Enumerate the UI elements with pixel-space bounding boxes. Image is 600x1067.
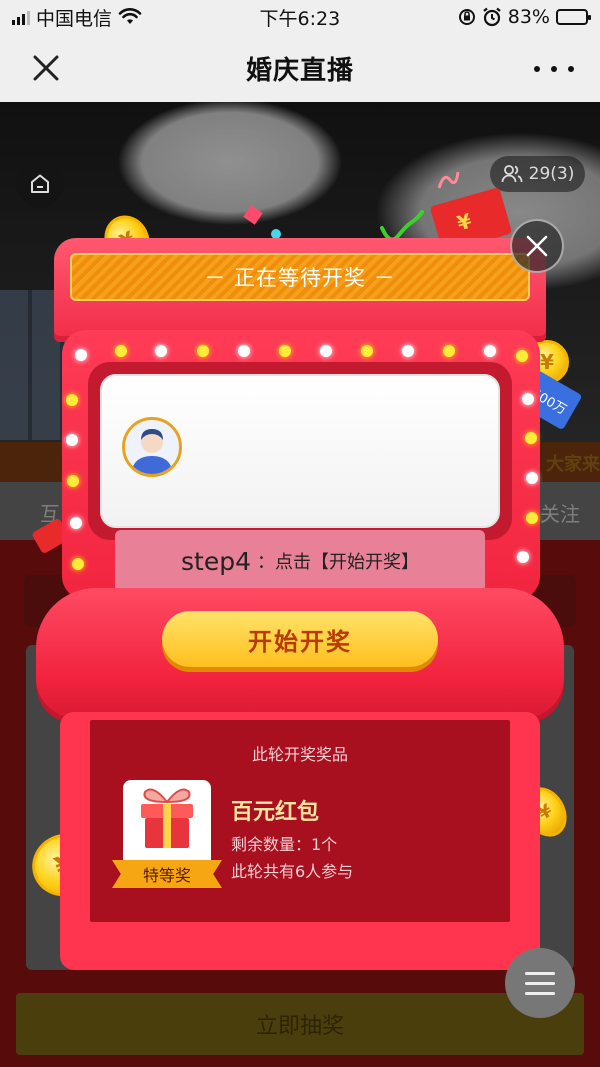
marquee-light [361,345,373,357]
page-title: 婚庆直播 [245,55,354,86]
home-icon [31,174,49,193]
battery-icon [555,9,591,25]
marquee-light [320,345,332,357]
users-icon [501,165,523,183]
marquee-light [525,432,537,444]
marquee-light [279,345,291,357]
tooltip-text: ：点击【开始开奖】 [256,552,419,573]
viewer-count: 29(3) [528,164,575,184]
marquee-light [443,345,455,357]
participant-count: 此轮共有6人参与 [231,862,354,881]
marquee-light [238,345,250,357]
marquee-light [197,345,209,357]
close-icon [526,235,548,257]
marquee-light [402,345,414,357]
marquee-light [66,434,78,446]
signal-icon [12,9,30,25]
user-avatar-icon [131,429,173,474]
alarm-icon [483,7,501,27]
marquee-light [67,475,79,487]
more-options-icon[interactable] [534,54,574,84]
status-bar: 中国电信 下午6:23 83% [0,0,600,34]
prize-heading: 此轮开奖奖品 [251,745,348,764]
marquee-light [75,349,87,361]
marquee-light [526,512,538,524]
marquee-light [66,394,78,406]
marquee-light [526,472,538,484]
close-lottery-button[interactable] [510,219,564,273]
close-icon[interactable] [28,50,64,86]
prize-name: 百元红包 [231,800,320,825]
marquee-light [70,517,82,529]
marquee-light [484,345,496,357]
participant-avatar [122,417,182,477]
nav-bar: 婚庆直播 [0,34,600,102]
prize-tier-badge: 特等奖 [112,860,222,888]
start-draw-button[interactable]: 开始开奖 [162,611,438,667]
prize-remaining: 剩余数量：1个 [231,835,338,854]
wifi-icon [118,8,142,24]
marquee-light [516,350,528,362]
battery-percent: 83% [507,6,550,28]
marquee-light [115,345,127,357]
marquee-light [155,345,167,357]
carrier-name: 中国电信 [36,7,113,30]
home-button[interactable] [16,160,64,208]
menu-button[interactable] [505,948,575,1018]
tooltip-step: step4 [181,546,251,576]
waiting-banner: － 正在等待开奖 － [70,253,530,301]
gift-icon [141,788,193,848]
rotation-lock-icon [458,9,475,25]
viewer-count-pill[interactable]: 29(3) [490,156,585,192]
marquee-light [522,393,534,405]
marquee-light [517,551,529,563]
marquee-light [72,558,84,570]
confetti-decoration [437,171,460,189]
prize-image [123,780,211,872]
guide-tooltip: step4 ：点击【开始开奖】 [115,530,485,606]
clock: 下午6:23 [259,7,341,30]
